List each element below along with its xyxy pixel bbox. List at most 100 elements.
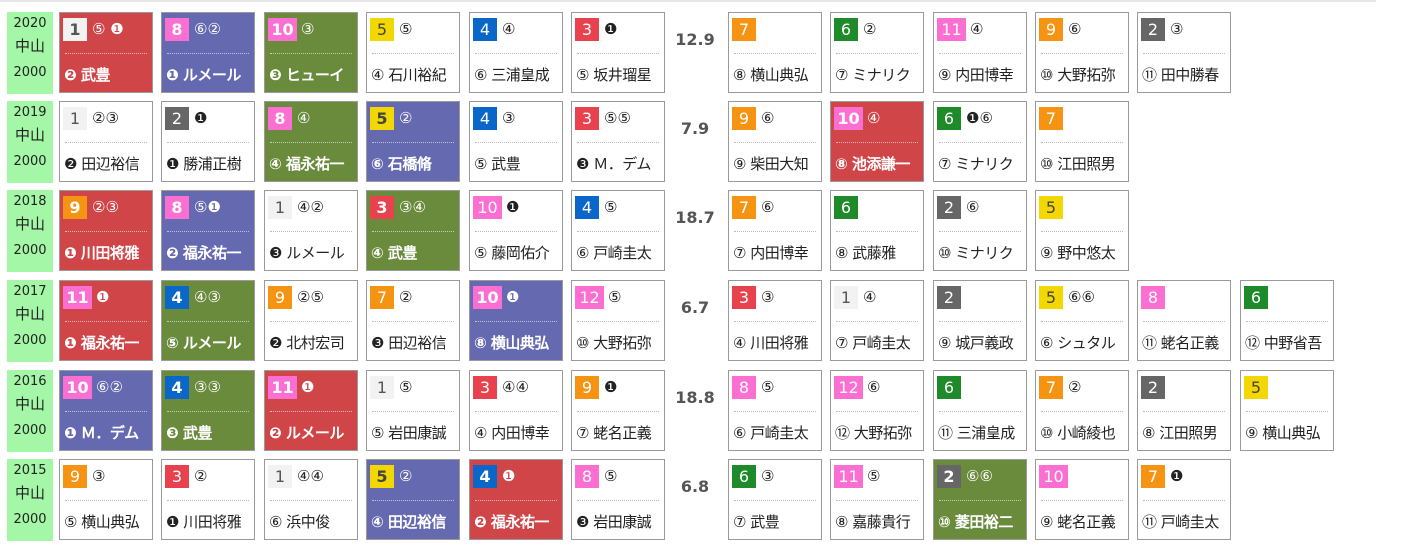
horse-card[interactable]: 12 ⑤ ⑩ 大野拓弥	[571, 280, 665, 361]
rank-marks: ⑥②	[96, 378, 123, 396]
horse-card[interactable]: 7⑥ ⑦ 内田博幸	[728, 190, 822, 271]
horse-card[interactable]: 8 ⑪ 蛯名正義	[1137, 280, 1231, 361]
horse-card[interactable]: 2③ ⑪ 田中勝春	[1137, 12, 1231, 93]
horse-card[interactable]: 10 ❶ ⑧ 横山典弘	[469, 280, 563, 361]
jockey-label: ❶ 川田将雅	[64, 244, 139, 262]
rank-marks	[1068, 107, 1126, 130]
horse-number-badge: 8	[1141, 286, 1165, 309]
horse-card[interactable]: 3② ❶ 川田将雅	[161, 459, 255, 540]
horse-card[interactable]: 9❶ ⑦ 蛯名正義	[571, 370, 665, 451]
horse-card[interactable]: 8⑤ ⑥ 戸崎圭太	[728, 370, 822, 451]
horse-number-badge: 1	[63, 107, 87, 130]
card-divider	[836, 411, 918, 412]
jockey-label: ⑦ ミナリク	[835, 66, 911, 84]
horse-card[interactable]: 8⑤ ❸ 岩田康誠	[571, 459, 665, 540]
horse-card[interactable]: 11 ❶ ❷ ルメール	[264, 370, 358, 451]
jockey-label: ④ 田辺裕信	[371, 513, 446, 531]
horse-card[interactable]: 5⑤ ④ 石川裕紀	[366, 12, 460, 93]
horse-card[interactable]: 1④ ⑦ 戸崎圭太	[830, 280, 924, 361]
horse-card[interactable]: 4③ ⑤ 武豊	[469, 101, 563, 182]
horse-card[interactable]: 4❶ ❷ 福永祐一	[469, 459, 563, 540]
card-divider	[836, 142, 918, 143]
horse-card[interactable]: 10 ❶ ⑤ 藤岡佑介	[469, 190, 563, 271]
horse-card[interactable]: 11 ⑤ ⑧ 嘉藤貴行	[830, 459, 924, 540]
horse-number-badge: 6	[834, 18, 858, 41]
horse-card[interactable]: 5 ⑨ 横山典弘	[1240, 370, 1334, 451]
horse-card[interactable]: 5 ⑨ 野中悠太	[1035, 190, 1129, 271]
horse-card[interactable]: 8 ⑤❶ ❷ 福永祐一	[161, 190, 255, 271]
horse-card[interactable]: 7 ⑧ 横山典弘	[728, 12, 822, 93]
jockey-label: ⑤ 藤岡佑介	[474, 244, 550, 262]
horse-card[interactable]: 5② ④ 田辺裕信	[366, 459, 460, 540]
horse-card[interactable]: 7 ⑩ 江田照男	[1035, 101, 1129, 182]
rank-marks: ②	[863, 20, 877, 38]
horse-card[interactable]: 4 ④③ ⑤ ルメール	[161, 280, 255, 361]
horse-card[interactable]: 1 ⑤ ❶ ❷ 武豊	[59, 12, 153, 93]
card-divider	[1246, 321, 1328, 322]
horse-card[interactable]: 9⑥ ⑨ 柴田大知	[728, 101, 822, 182]
horse-card[interactable]: 10 ⑨ 蛯名正義	[1035, 459, 1129, 540]
jockey-label: ⑨ 柴田大知	[733, 155, 809, 173]
horse-card[interactable]: 6 ⑪ 三浦皇成	[933, 370, 1027, 451]
rank-marks: ③	[761, 467, 775, 485]
horse-number-badge: 11	[937, 18, 966, 41]
horse-card[interactable]: 1 ②③ ❷ 田辺裕信	[59, 101, 153, 182]
card-divider	[939, 231, 1021, 232]
horse-card[interactable]: 11 ❶ ❶ 福永祐一	[59, 280, 153, 361]
horse-card[interactable]: 10 ⑥② ❶ Ｍ．デム	[59, 370, 153, 451]
rank-marks: ③④	[399, 198, 426, 216]
jockey-label: ⑫ 中野省吾	[1245, 334, 1322, 352]
horse-card[interactable]: 11 ④ ⑨ 内田博幸	[933, 12, 1027, 93]
horse-card[interactable]: 2 ⑥⑥ ⑩ 菱田裕二	[933, 459, 1027, 540]
horse-number-badge: 1	[834, 286, 858, 309]
horse-card[interactable]: 12 ⑥ ⑫ 大野拓弥	[830, 370, 924, 451]
rank-marks: ④④	[502, 378, 529, 396]
horse-card[interactable]: 3 ④④ ④ 内田博幸	[469, 370, 563, 451]
horse-card[interactable]: 8 ⑥② ❶ ルメール	[161, 12, 255, 93]
horse-card[interactable]: 6 ⑫ 中野省吾	[1240, 280, 1334, 361]
horse-card[interactable]: 10 ④ ⑧ 池添謙一	[830, 101, 924, 182]
horse-card[interactable]: 10 ③ ❸ ヒューイ	[264, 12, 358, 93]
horse-card[interactable]: 3❶ ⑤ 坂井瑠星	[571, 12, 665, 93]
horse-card[interactable]: 6③ ⑦ 武豊	[728, 459, 822, 540]
horse-number-badge: 2	[1141, 18, 1165, 41]
horse-card[interactable]: 9 ②③ ❶ 川田将雅	[59, 190, 153, 271]
horse-card[interactable]: 7❶ ⑪ 戸崎圭太	[1137, 459, 1231, 540]
horse-card[interactable]: 7② ⑩ 小崎綾也	[1035, 370, 1129, 451]
horse-card[interactable]: 4④ ⑥ 三浦皇成	[469, 12, 563, 93]
horse-card[interactable]: 4⑤ ⑥ 戸崎圭太	[571, 190, 665, 271]
race-distance: 2000	[13, 333, 47, 348]
horse-card[interactable]: 3③ ④ 川田将雅	[728, 280, 822, 361]
horse-card[interactable]: 9 ②⑤ ❷ 北村宏司	[264, 280, 358, 361]
horse-card[interactable]: 2❶ ❶ 勝浦正樹	[161, 101, 255, 182]
horse-card[interactable]: 5② ⑥ 石橋脩	[366, 101, 460, 182]
horse-number-badge: 4	[473, 107, 497, 130]
card-divider	[1041, 321, 1123, 322]
horse-card[interactable]: 9③ ⑤ 横山典弘	[59, 459, 153, 540]
rank-marks: ❶	[604, 20, 618, 38]
horse-number-badge: 4	[473, 18, 497, 41]
horse-card[interactable]: 1 ④② ❸ ルメール	[264, 190, 358, 271]
horse-card[interactable]: 8④ ④ 福永祐一	[264, 101, 358, 182]
horse-number-badge: 8	[268, 107, 292, 130]
jockey-label: ❷ 福永祐一	[166, 244, 241, 262]
horse-card[interactable]: 1 ④④ ⑥ 浜中俊	[264, 459, 358, 540]
horse-card[interactable]: 9⑥ ⑩ 大野拓弥	[1035, 12, 1129, 93]
horse-card[interactable]: 6② ⑦ ミナリク	[830, 12, 924, 93]
horse-card[interactable]: 2⑥ ⑩ ミナリク	[933, 190, 1027, 271]
horse-card[interactable]: 2 ⑨ 城戸義政	[933, 280, 1027, 361]
horse-card[interactable]: 6 ⑧ 武藤雅	[830, 190, 924, 271]
horse-card[interactable]: 3 ⑤⑤ ❸ Ｍ．デム	[571, 101, 665, 182]
jockey-label: ⑩ 大野拓弥	[576, 334, 652, 352]
horse-card[interactable]: 5 ⑥⑥ ⑥ シュタル	[1035, 280, 1129, 361]
horse-card[interactable]: 6 ❶⑥ ⑦ ミナリク	[933, 101, 1027, 182]
horse-card[interactable]: 1⑤ ⑤ 岩田康誠	[366, 370, 460, 451]
rank-marks: ⑤	[608, 288, 622, 306]
horse-card[interactable]: 2 ⑧ 江田照男	[1137, 370, 1231, 451]
jockey-label: ❷ 田辺裕信	[64, 155, 140, 173]
horse-card[interactable]: 3 ③④ ④ 武豊	[366, 190, 460, 271]
horse-card[interactable]: 4 ③③ ❸ 武豊	[161, 370, 255, 451]
card-divider	[734, 321, 816, 322]
rank-marks: ❶	[1170, 467, 1184, 485]
horse-card[interactable]: 7② ❸ 田辺裕信	[366, 280, 460, 361]
